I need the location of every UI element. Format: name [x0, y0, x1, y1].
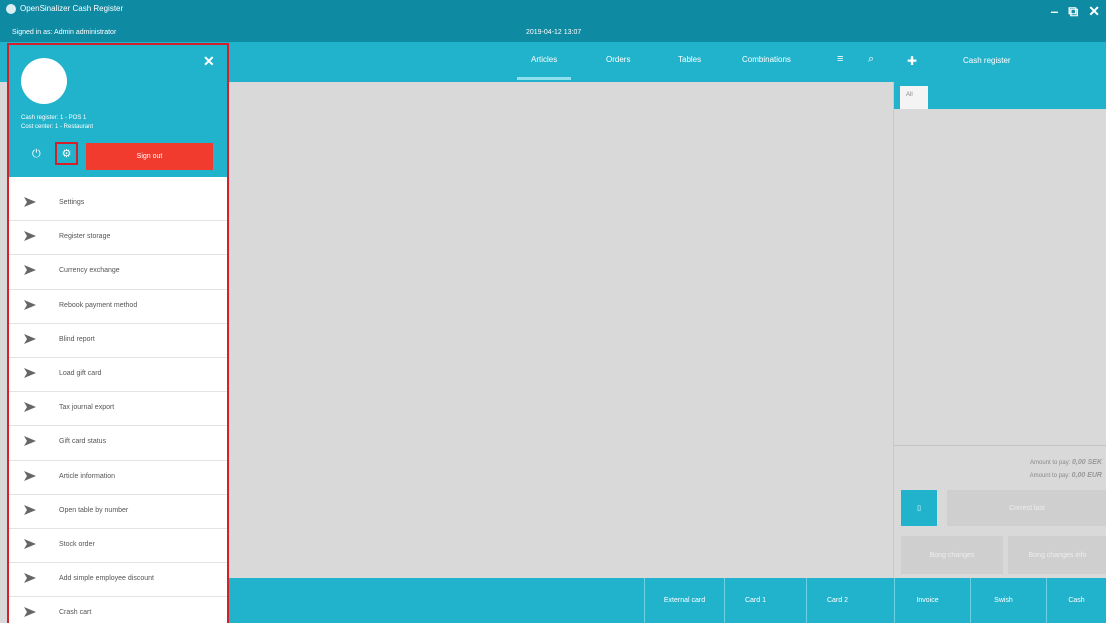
send-arrow-icon — [24, 402, 36, 413]
swish-button[interactable]: Swish — [970, 578, 1036, 623]
receipt-tabstrip: All — [894, 82, 1106, 109]
signed-in-label: Signed in as: Admin administrator — [12, 29, 117, 36]
send-arrow-icon — [24, 367, 36, 378]
tab-combinations[interactable]: Combinations — [742, 55, 791, 64]
menu-item-article-information[interactable]: Article information — [9, 461, 227, 495]
menu-item-label: Crash cart — [59, 609, 92, 617]
menu-item-blind-report[interactable]: Blind report — [9, 324, 227, 358]
send-arrow-icon — [24, 265, 36, 276]
amount-sek-value: 0,00 SEK — [1072, 459, 1102, 466]
tab-orders[interactable]: Orders — [606, 55, 630, 64]
menu-item-gift-card-status[interactable]: Gift card status — [9, 426, 227, 461]
menu-item-label: Add simple employee discount — [59, 575, 154, 583]
tab-all[interactable]: All — [900, 86, 928, 109]
bong-changes-info-button[interactable]: Bong changes info — [1008, 536, 1106, 574]
payment-bar: External card Card 1 Card 2 Invoice Swis… — [228, 578, 1106, 623]
menu-item-open-table-by-number[interactable]: Open table by number — [9, 495, 227, 529]
menu-item-label: Article information — [59, 472, 116, 480]
send-arrow-icon — [24, 573, 36, 584]
menu-item-label: Load gift card — [59, 369, 102, 377]
bong-changes-button[interactable]: Bong changes — [901, 536, 1003, 574]
menu-item-tax-journal-export[interactable]: Tax journal export — [9, 392, 227, 427]
restore-icon[interactable]: ⧉ — [1068, 3, 1078, 20]
menu-item-label: Gift card status — [59, 438, 107, 446]
send-arrow-icon — [24, 197, 36, 207]
menu-item-label: Blind report — [59, 335, 95, 343]
tab-articles[interactable]: Articles — [516, 55, 572, 80]
menu-item-settings[interactable]: Settings — [9, 187, 227, 222]
send-arrow-icon — [24, 436, 36, 447]
tab-tables[interactable]: Tables — [678, 55, 701, 64]
cash-register-label: Cash register — [963, 56, 1011, 65]
app-logo-icon — [6, 4, 16, 14]
menu-item-label: Stock order — [59, 540, 95, 548]
invoice-button[interactable]: Invoice — [894, 578, 960, 623]
external-card-button[interactable]: External card — [644, 578, 724, 623]
cash-button[interactable]: Cash — [1046, 578, 1106, 623]
amount-sek-row: Amount to pay: 0,00 SEK — [1030, 459, 1102, 466]
menu-item-register-storage[interactable]: Register storage — [9, 221, 227, 256]
title-bar: OpenSinalizer Cash Register – ⧉ ✕ — [0, 0, 1106, 24]
power-icon[interactable]: ⏻ — [32, 148, 41, 161]
send-arrow-icon — [24, 299, 36, 310]
amount-eur-value: 0,00 EUR — [1071, 472, 1102, 479]
close-icon[interactable]: ✕ — [203, 53, 215, 70]
minimize-icon[interactable]: – — [1050, 3, 1058, 20]
menu-item-stock-order[interactable]: Stock order — [9, 529, 227, 564]
amount-sek-label: Amount to pay: — [1030, 460, 1071, 466]
datetime-label: 2019-04-12 13:07 — [526, 29, 582, 36]
menu-item-label: Tax journal export — [59, 404, 115, 412]
menu-item-label: Currency exchange — [59, 267, 120, 275]
correct-last-button[interactable]: Correct last — [947, 490, 1106, 526]
menu-item-currency-exchange[interactable]: Currency exchange — [9, 255, 227, 290]
receipt-icon-button[interactable]: ▯ — [901, 490, 937, 526]
card2-button[interactable]: Card 2 — [806, 578, 868, 623]
menu-item-label: Settings — [59, 199, 85, 206]
side-menu-header: ✕ Cash register: 1 - POS 1 Cost center: … — [9, 45, 227, 177]
send-arrow-icon — [24, 538, 36, 549]
cash-register-info: Cash register: 1 - POS 1 — [21, 115, 87, 121]
menu-item-crash-cart[interactable]: Crash cart — [9, 597, 227, 623]
settings-gear-button[interactable]: ⚙ — [55, 142, 78, 165]
right-panel-header: ✚ Cash register — [893, 42, 1106, 82]
search-icon[interactable]: ⌕ — [868, 53, 874, 66]
menu-item-label: Rebook payment method — [59, 301, 138, 309]
menu-item-add-simple-employee-discount[interactable]: Add simple employee discount — [9, 563, 227, 598]
side-menu-list: Settings Register storage Currency excha… — [9, 187, 227, 623]
close-window-icon[interactable]: ✕ — [1088, 3, 1100, 20]
cost-center-info: Cost center: 1 - Restaurant — [21, 124, 94, 130]
avatar — [21, 58, 67, 104]
receipt-icon: ▯ — [917, 505, 921, 512]
app-title: OpenSinalizer Cash Register — [20, 4, 124, 13]
status-bar: Signed in as: Admin administrator 2019-0… — [0, 24, 1106, 42]
send-arrow-icon — [24, 607, 36, 618]
menu-item-label: Register storage — [59, 233, 111, 241]
menu-item-rebook-payment-method[interactable]: Rebook payment method — [9, 290, 227, 324]
menu-item-label: Open table by number — [59, 506, 129, 514]
side-menu: ✕ Cash register: 1 - POS 1 Cost center: … — [7, 43, 229, 623]
amount-eur-row: Amount to pay: 0,00 EUR — [1030, 472, 1102, 479]
article-grid-area — [228, 82, 893, 578]
sort-icon[interactable]: ≡ — [837, 53, 843, 65]
card1-button[interactable]: Card 1 — [724, 578, 786, 623]
gear-icon: ⚙ — [61, 148, 72, 160]
send-arrow-icon — [24, 470, 36, 481]
send-arrow-icon — [24, 504, 36, 515]
sign-out-button[interactable]: Sign out — [86, 143, 213, 170]
divider — [894, 445, 1106, 446]
window-controls: – ⧉ ✕ — [1050, 3, 1100, 20]
menu-item-load-gift-card[interactable]: Load gift card — [9, 358, 227, 393]
amount-eur-label: Amount to pay: — [1029, 473, 1070, 479]
receipt-panel: All Amount to pay: 0,00 SEK Amount to pa… — [893, 82, 1106, 578]
add-customer-icon[interactable]: ✚ — [907, 54, 917, 68]
send-arrow-icon — [24, 333, 36, 344]
send-arrow-icon — [24, 231, 36, 242]
